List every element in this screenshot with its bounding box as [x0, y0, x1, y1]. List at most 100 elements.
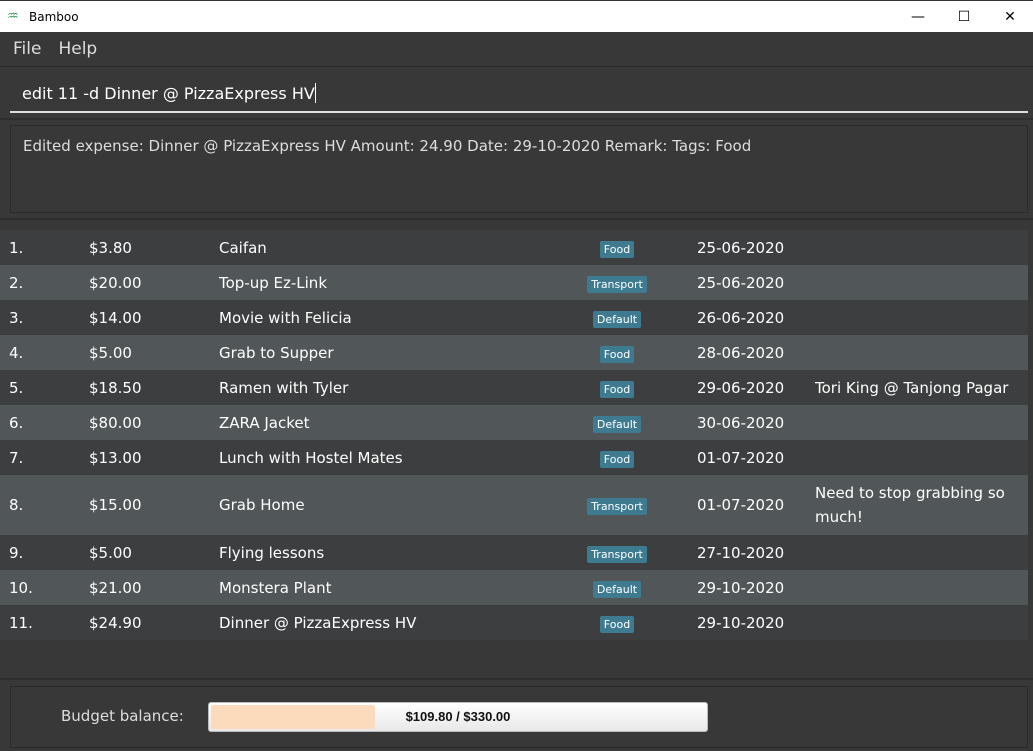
expense-description: Top-up Ez-Link [219, 273, 328, 292]
expense-description: ZARA Jacket [219, 413, 310, 432]
expense-remark-cell: Need to stop grabbing so much! [815, 481, 1015, 529]
expense-row[interactable]: 5. $18.50 Ramen with Tyler Food 29-06-2020 To… [0, 370, 1028, 405]
expense-description: Dinner @ PizzaExpress HV [219, 613, 417, 632]
expense-tag-cell: Default [540, 414, 694, 433]
expense-amount: $20.00 [89, 273, 142, 292]
expense-row[interactable]: 11. $24.90 Dinner @ PizzaExpress HV Food 29-… [0, 605, 1028, 640]
expense-date: 25-06-2020 [697, 238, 785, 257]
expense-index: 4. [9, 343, 24, 362]
command-input[interactable]: edit 11 -d Dinner @ PizzaExpress HV [10, 68, 1028, 113]
expense-date: 01-07-2020 [697, 496, 785, 514]
expense-list[interactable]: 1. $3.80 Caifan Food 25-06-2020 2. $20.00 Top-u… [0, 230, 1028, 640]
result-display: Edited expense: Dinner @ PizzaExpress HV… [10, 125, 1028, 213]
expense-date: 25-06-2020 [697, 273, 785, 292]
expense-date: 29-10-2020 [697, 578, 785, 597]
expense-amount-cell: $3.80 [89, 239, 132, 257]
expense-date-cell: 29-10-2020 [697, 614, 784, 632]
expense-amount-cell: $5.00 [89, 344, 132, 362]
expense-amount-cell: $14.00 [89, 309, 142, 327]
expense-row[interactable]: 6. $80.00 ZARA Jacket Default 30-06-2020 [0, 405, 1028, 440]
expense-index: 7. [9, 448, 24, 467]
budget-bar-panel: Budget balance: $109.80 / $330.00 [10, 686, 1028, 748]
expense-date-cell: 29-10-2020 [697, 579, 784, 597]
expense-row[interactable]: 8. $15.00 Grab Home Transport 01-07-2020 Need… [0, 475, 1028, 535]
expense-tag-cell: Transport [540, 274, 694, 293]
expense-index-cell: 3. [9, 309, 23, 327]
close-icon[interactable]: ✕ [987, 1, 1033, 33]
expense-index-cell: 1. [9, 239, 23, 257]
expense-tag: Food [599, 345, 635, 363]
expense-row[interactable]: 1. $3.80 Caifan Food 25-06-2020 [0, 230, 1028, 265]
expense-index: 3. [9, 308, 24, 327]
expense-row[interactable]: 7. $13.00 Lunch with Hostel Mates Food 01-07… [0, 440, 1028, 475]
expense-date: 01-07-2020 [697, 448, 785, 467]
command-value: edit 11 -d Dinner @ PizzaExpress HV [22, 84, 315, 103]
expense-index: 9. [9, 543, 24, 562]
expense-amount-cell: $80.00 [89, 414, 142, 432]
expense-description-cell: Flying lessons [219, 544, 324, 562]
expense-amount: $13.00 [89, 448, 142, 467]
expense-description: Grab Home [219, 496, 305, 514]
expense-row[interactable]: 3. $14.00 Movie with Felicia Default 26-06-2… [0, 300, 1028, 335]
expense-amount-cell: $20.00 [89, 274, 142, 292]
expense-tag: Transport [587, 545, 647, 563]
divider [0, 678, 1033, 680]
expense-tag-cell: Transport [540, 496, 694, 515]
expense-amount: $80.00 [89, 413, 142, 432]
expense-description-cell: Grab Home [219, 496, 305, 514]
expense-row[interactable]: 2. $20.00 Top-up Ez-Link Transport 25-06-202… [0, 265, 1028, 300]
expense-date: 29-06-2020 [697, 378, 785, 397]
expense-amount-cell: $21.00 [89, 579, 142, 597]
expense-amount-cell: $15.00 [89, 496, 142, 514]
expense-tag: Transport [587, 498, 647, 515]
expense-amount: $24.90 [89, 613, 142, 632]
expense-tag: Transport [587, 275, 647, 293]
result-text: Edited expense: Dinner @ PizzaExpress HV… [23, 137, 752, 155]
expense-row[interactable]: 10. $21.00 Monstera Plant Default 29-10-2020 [0, 570, 1028, 605]
expense-row[interactable]: 9. $5.00 Flying lessons Transport 27-10-2020 [0, 535, 1028, 570]
expense-index-cell: 4. [9, 344, 23, 362]
expense-index: 1. [9, 238, 24, 257]
expense-tag-cell: Default [540, 309, 694, 328]
expense-remark: Need to stop grabbing so much! [815, 484, 1005, 526]
menu-file[interactable]: File [13, 39, 41, 59]
budget-text: $109.80 / $330.00 [405, 709, 511, 724]
expense-date: 26-06-2020 [697, 308, 785, 327]
expense-date-cell: 26-06-2020 [697, 309, 784, 327]
expense-tag: Food [599, 240, 635, 258]
expense-date-cell: 01-07-2020 [697, 449, 784, 467]
expense-tag-cell: Default [540, 579, 694, 598]
menu-help[interactable]: Help [58, 39, 97, 59]
expense-date: 28-06-2020 [697, 343, 785, 362]
expense-description: Lunch with Hostel Mates [219, 448, 403, 467]
title-bar: ♒ Bamboo — ☐ ✕ [0, 0, 1033, 32]
expense-date: 29-10-2020 [697, 613, 785, 632]
divider [0, 118, 1033, 120]
bamboo-icon: ♒ [7, 8, 19, 24]
expense-description-cell: Grab to Supper [219, 344, 334, 362]
expense-remark: Tori King @ Tanjong Pagar [815, 378, 1009, 397]
expense-tag: Food [599, 380, 635, 398]
expense-description-cell: ZARA Jacket [219, 414, 310, 432]
minimize-icon[interactable]: — [895, 1, 941, 33]
text-cursor [314, 83, 316, 103]
expense-description: Monstera Plant [219, 578, 332, 597]
expense-amount: $5.00 [89, 543, 132, 562]
window-title: Bamboo [29, 9, 79, 24]
expense-date-cell: 30-06-2020 [697, 414, 784, 432]
expense-description-cell: Caifan [219, 239, 267, 257]
expense-index-cell: 10. [9, 579, 33, 597]
expense-tag: Default [592, 580, 642, 598]
expense-tag-cell: Food [540, 379, 694, 398]
expense-description: Flying lessons [219, 543, 325, 562]
expense-tag: Default [592, 310, 642, 328]
maximize-icon[interactable]: ☐ [941, 1, 987, 33]
expense-amount: $14.00 [89, 308, 142, 327]
budget-progress-bar: $109.80 / $330.00 [208, 702, 708, 732]
expense-date-cell: 29-06-2020 [697, 379, 784, 397]
expense-description: Grab to Supper [219, 343, 334, 362]
expense-index: 2. [9, 273, 24, 292]
expense-index-cell: 2. [9, 274, 23, 292]
expense-row[interactable]: 4. $5.00 Grab to Supper Food 28-06-2020 [0, 335, 1028, 370]
expense-amount-cell: $18.50 [89, 379, 142, 397]
